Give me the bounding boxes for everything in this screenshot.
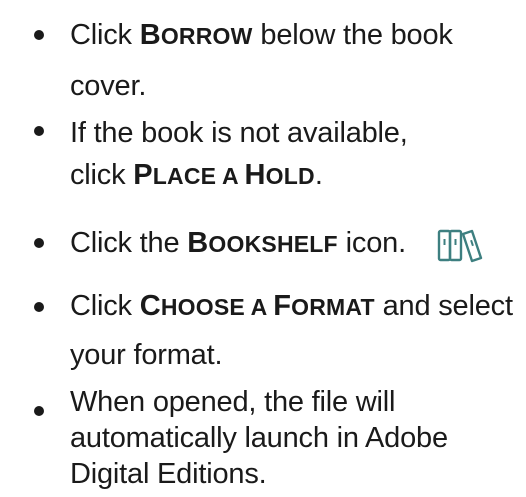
bookshelf-icon: [437, 229, 483, 263]
step-line: Digital Editions.: [70, 458, 267, 490]
step-text: When opened, the file will automatically…: [70, 384, 515, 492]
bullet-icon: [34, 238, 44, 248]
step-line: cover.: [70, 70, 147, 102]
text-run: below the book: [252, 19, 453, 51]
bullet-icon: [34, 406, 44, 416]
text-run: Click: [70, 19, 140, 51]
step-line: click PLACE A HOLD.: [70, 154, 515, 197]
text-run: Click: [70, 290, 140, 322]
text-run: and select: [374, 290, 513, 322]
keyword-borrow: BORROW: [139, 19, 253, 51]
text-run: click: [70, 159, 134, 191]
text-run: .: [314, 159, 323, 191]
keyword-bookshelf: BOOKSHELF: [187, 227, 338, 259]
text-run: Click the: [70, 227, 188, 259]
step-line: automatically launch in Adobe: [70, 422, 448, 454]
keyword-place-a-hold: PLACE A HOLD: [133, 159, 315, 191]
step-line: Click BORROW below the book: [70, 10, 515, 61]
step-line: If the book is not available,: [70, 117, 408, 149]
bullet-icon: [34, 302, 44, 312]
step-text: Click BORROW below the book cover.: [70, 10, 515, 111]
bullet-icon: [34, 30, 44, 40]
bullet-icon: [34, 126, 44, 136]
text-run: icon.: [337, 227, 406, 259]
step-text: Click CHOOSE A FORMAT and select your fo…: [70, 282, 515, 379]
step-line: your format.: [70, 339, 223, 371]
instruction-list: Click BORROW below the book cover. If th…: [0, 0, 526, 497]
step-line: Click CHOOSE A FORMAT and select: [70, 282, 515, 331]
step-line: When opened, the file will: [70, 386, 396, 418]
keyword-choose-a-format: CHOOSE A FORMAT: [139, 290, 375, 322]
step-text: If the book is not available, click PLAC…: [70, 112, 515, 197]
